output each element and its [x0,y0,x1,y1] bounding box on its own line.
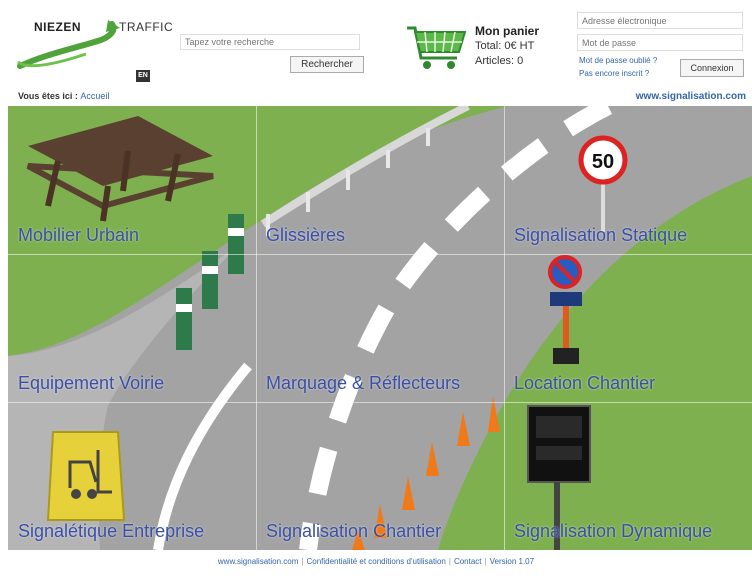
category-label: Marquage & Réflecteurs [266,373,461,393]
search-button[interactable]: Rechercher [290,56,364,73]
footer: www.signalisation.com | Confidentialité et… [0,550,752,576]
search-input[interactable] [180,34,360,50]
category-label: Signalisation Dynamique [514,521,713,541]
footer-version: Version 1.07 [489,557,535,566]
category-mobilier-urbain[interactable]: Mobilier Urbain [8,106,256,254]
category-label: Equipement Voirie [18,373,165,393]
header: NIEZEN TRAFFIC EN Rechercher Mon panier … [0,0,752,88]
cart-title: Mon panier [475,24,540,38]
category-label: Mobilier Urbain [18,225,140,245]
category-signaletique-entreprise[interactable]: Signalétique Entreprise [8,402,256,550]
category-grid: 50 Mobilier Urbain Glissières Signalisat… [8,106,752,550]
password-field[interactable] [577,34,743,51]
footer-site-link[interactable]: www.signalisation.com [218,557,298,566]
language-switch-button[interactable]: EN [136,70,150,82]
site-link[interactable]: www.signalisation.com [636,91,746,102]
register-link[interactable]: Pas encore inscrit ? [579,69,649,78]
category-marquage-reflecteurs[interactable]: Marquage & Réflecteurs [256,254,504,402]
cart-articles: Articles: 0 [475,55,524,67]
category-label: Glissières [266,225,346,245]
category-signalisation-dynamique[interactable]: Signalisation Dynamique [504,402,752,550]
category-label: Signalisation Chantier [266,521,442,541]
login-button[interactable]: Connexion [680,59,744,77]
category-signalisation-chantier[interactable]: Signalisation Chantier [256,402,504,550]
footer-links: www.signalisation.com | Confidentialité et… [0,557,752,566]
category-signalisation-statique[interactable]: Signalisation Statique [504,106,752,254]
cart-total: Total: 0€ HT [475,40,535,52]
email-field[interactable] [577,12,743,29]
forgot-password-link[interactable]: Mot de passe oublié ? [579,56,657,65]
category-equipement-voirie[interactable]: Equipement Voirie [8,254,256,402]
breadcrumb: Vous êtes ici : Accueil www.signalisatio… [0,88,752,106]
breadcrumb-prefix: Vous êtes ici : [18,91,78,101]
footer-separator: | [448,557,451,566]
logo-text-niezen: NIEZEN [34,20,82,34]
breadcrumb-trail: Vous êtes ici : Accueil [18,91,109,101]
footer-terms-link[interactable]: Confidentialité et conditions d'utilisat… [306,557,445,566]
category-glissieres[interactable]: Glissières [256,106,504,254]
niezen-traffic-logo[interactable]: NIEZEN TRAFFIC [16,14,173,76]
category-location-chantier[interactable]: Location Chantier [504,254,752,402]
category-label: Signalétique Entreprise [18,521,205,541]
footer-contact-link[interactable]: Contact [454,557,482,566]
category-label: Location Chantier [514,373,656,393]
shopping-cart-icon[interactable] [405,18,469,72]
logo-text-traffic: TRAFFIC [119,20,174,34]
breadcrumb-home-link[interactable]: Accueil [80,91,109,101]
footer-separator: | [301,557,304,566]
category-label: Signalisation Statique [514,225,688,245]
footer-separator: | [484,557,487,566]
